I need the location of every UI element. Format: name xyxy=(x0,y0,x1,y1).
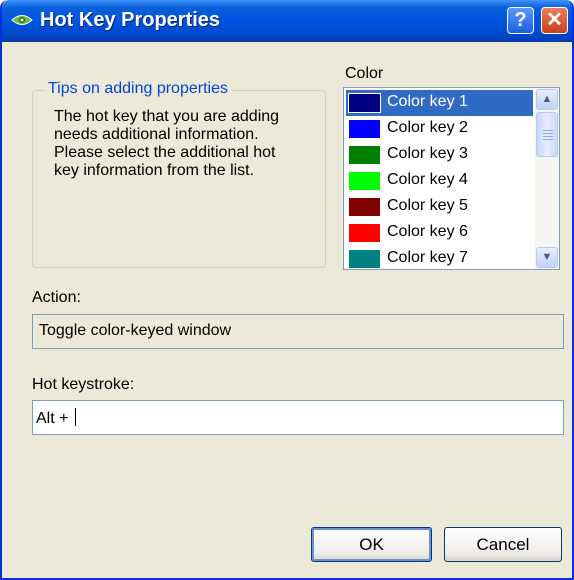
color-swatch xyxy=(349,146,380,164)
scroll-up-button[interactable]: ▲ xyxy=(536,89,558,110)
color-item-label: Color key 4 xyxy=(387,171,468,188)
hot-keystroke-input[interactable]: Alt + xyxy=(32,400,564,435)
color-list-scrollbar[interactable]: ▲ ▼ xyxy=(535,88,559,269)
color-swatch xyxy=(349,224,380,242)
scroll-down-button[interactable]: ▼ xyxy=(536,247,558,268)
color-item-label: Color key 3 xyxy=(387,145,468,162)
title-bar[interactable]: Hot Key Properties ? ✕ xyxy=(2,0,572,42)
color-list-item[interactable]: Color key 2 xyxy=(346,116,533,142)
hot-keystroke-label: Hot keystroke: xyxy=(32,376,135,393)
color-list-item[interactable]: Color key 1 xyxy=(346,90,533,116)
color-list-item[interactable]: Color key 4 xyxy=(346,168,533,194)
action-label: Action: xyxy=(32,289,81,306)
text-caret xyxy=(74,408,76,426)
color-item-label: Color key 7 xyxy=(387,249,468,266)
scroll-thumb[interactable] xyxy=(536,112,558,157)
close-icon: ✕ xyxy=(546,9,563,31)
color-label: Color xyxy=(345,65,384,82)
nvidia-logo-icon xyxy=(11,15,33,25)
window-title: Hot Key Properties xyxy=(40,9,221,31)
grip-line xyxy=(543,133,553,134)
chevron-down-icon: ▼ xyxy=(541,251,553,263)
cancel-button[interactable]: Cancel xyxy=(444,527,562,562)
grip-line xyxy=(543,139,553,140)
color-item-label: Color key 2 xyxy=(387,119,468,136)
color-swatch xyxy=(349,172,380,190)
color-list-item[interactable]: Color key 6 xyxy=(346,220,533,246)
color-list-item[interactable]: Color key 3 xyxy=(346,142,533,168)
chevron-up-icon: ▲ xyxy=(541,93,553,105)
ok-button[interactable]: OK xyxy=(311,527,432,562)
action-value: Toggle color-keyed window xyxy=(39,322,232,339)
close-button[interactable]: ✕ xyxy=(541,7,568,34)
color-list-item[interactable]: Color key 7 xyxy=(346,246,533,269)
color-swatch xyxy=(349,250,380,268)
color-list-item[interactable]: Color key 5 xyxy=(346,194,533,220)
color-item-label: Color key 1 xyxy=(387,93,468,110)
hot-key-properties-dialog: Hot Key Properties ? ✕ Tips on adding pr… xyxy=(0,0,574,580)
color-listbox[interactable]: Color key 1 Color key 2 Color key 3 Colo… xyxy=(343,87,560,270)
tips-legend: Tips on adding properties xyxy=(45,80,231,98)
color-swatch xyxy=(348,93,381,113)
help-icon: ? xyxy=(514,9,527,31)
grip-line xyxy=(543,130,553,131)
grip-line xyxy=(543,136,553,137)
color-item-label: Color key 6 xyxy=(387,223,468,240)
help-button[interactable]: ? xyxy=(507,7,534,34)
color-swatch xyxy=(349,120,380,138)
hot-keystroke-value: Alt + xyxy=(36,410,73,427)
action-field: Toggle color-keyed window xyxy=(32,314,564,349)
tips-text: The hot key that you are adding needs ad… xyxy=(54,108,280,179)
color-item-label: Color key 5 xyxy=(387,197,468,214)
color-swatch xyxy=(349,198,380,216)
